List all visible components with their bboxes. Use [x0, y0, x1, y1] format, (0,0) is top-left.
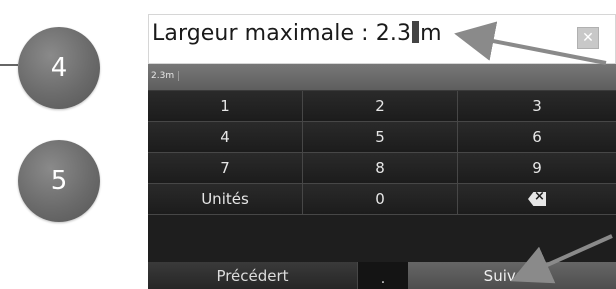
key-4[interactable]: 4: [148, 122, 303, 153]
key-5[interactable]: 5: [303, 122, 458, 153]
key-6[interactable]: 6: [458, 122, 616, 153]
entry-text: Largeur maximale : 2.3 m: [152, 21, 442, 46]
callout-5-number: 5: [50, 166, 68, 196]
callout-leader-line: [0, 64, 18, 66]
entry-separator: :: [354, 21, 376, 46]
entry-label: Largeur maximale: [152, 21, 355, 46]
close-icon: ✕: [582, 30, 594, 46]
navigation-row: Précédert . Suivant: [148, 262, 616, 289]
backspace-key[interactable]: [458, 184, 616, 215]
backspace-icon: [528, 192, 546, 206]
value-preview-text: 2.3m: [151, 71, 180, 81]
previous-button[interactable]: Précédert: [148, 262, 358, 289]
decimal-point-key[interactable]: .: [358, 262, 408, 289]
close-button[interactable]: ✕: [577, 27, 599, 49]
key-1[interactable]: 1: [148, 91, 303, 122]
key-8[interactable]: 8: [303, 153, 458, 184]
key-2[interactable]: 2: [303, 91, 458, 122]
key-3[interactable]: 3: [458, 91, 616, 122]
callout-4: 4: [18, 27, 100, 109]
callout-4-number: 4: [50, 53, 68, 83]
key-7[interactable]: 7: [148, 153, 303, 184]
key-9[interactable]: 9: [458, 153, 616, 184]
next-button[interactable]: Suivant: [408, 262, 616, 289]
callout-5: 5: [18, 140, 100, 222]
text-caret: [412, 21, 420, 43]
entry-value: 2.3: [375, 21, 412, 46]
value-entry-field[interactable]: Largeur maximale : 2.3 m ✕: [148, 14, 616, 64]
key-0[interactable]: 0: [303, 184, 458, 215]
units-key[interactable]: Unités: [148, 184, 303, 215]
keypad-grid: 1 2 3 4 5 6 7 8 9 Unités 0: [148, 91, 616, 215]
entry-unit: m: [420, 21, 442, 46]
value-preview-row: 2.3m: [148, 64, 616, 91]
numeric-keypad-dialog: Largeur maximale : 2.3 m ✕ 2.3m 1 2 3 4 5…: [148, 14, 616, 289]
